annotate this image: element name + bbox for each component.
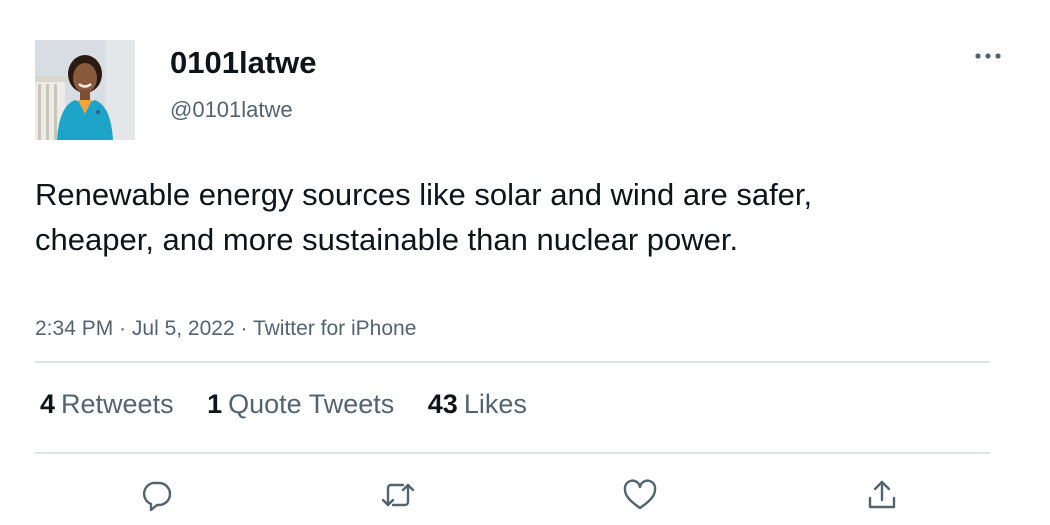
more-icon	[975, 53, 1001, 59]
quote-tweets-stat[interactable]: 1 Quote Tweets	[207, 385, 394, 423]
retweet-icon	[381, 483, 415, 507]
reply-icon	[142, 481, 172, 512]
tweet-time[interactable]: 2:34 PM	[35, 317, 113, 340]
retweet-button[interactable]	[377, 474, 419, 516]
tweet-source[interactable]: Twitter for iPhone	[253, 317, 416, 340]
divider	[35, 361, 990, 363]
display-name[interactable]: 0101latwe	[170, 44, 317, 82]
quote-tweets-count: 1	[207, 389, 223, 419]
tweet-date[interactable]: Jul 5, 2022	[132, 317, 235, 340]
engagement-stats: 4 Retweets 1 Quote Tweets 43 Likes	[40, 385, 553, 423]
likes-stat[interactable]: 43 Likes	[428, 385, 527, 423]
tweet-metadata: 2:34 PM · Jul 5, 2022 · Twitter for iPho…	[35, 315, 416, 343]
tweet-text: Renewable energy sources like solar and …	[35, 177, 813, 257]
likes-label: Likes	[463, 389, 527, 419]
meta-separator: ·	[240, 317, 248, 340]
like-button[interactable]	[619, 474, 661, 516]
user-handle[interactable]: @0101latwe	[170, 96, 293, 124]
share-icon	[868, 480, 896, 509]
reply-button[interactable]	[135, 474, 177, 516]
divider	[35, 452, 990, 454]
quote-tweets-label: Quote Tweets	[228, 389, 395, 419]
retweets-stat[interactable]: 4 Retweets	[40, 385, 174, 423]
more-options-button[interactable]	[968, 42, 1008, 70]
profile-photo	[35, 40, 135, 140]
retweets-label: Retweets	[61, 389, 174, 419]
avatar[interactable]	[35, 40, 135, 140]
likes-count: 43	[427, 389, 458, 419]
share-button[interactable]	[861, 474, 903, 516]
heart-icon	[623, 479, 657, 510]
meta-separator: ·	[119, 317, 127, 340]
retweets-count: 4	[40, 389, 56, 419]
